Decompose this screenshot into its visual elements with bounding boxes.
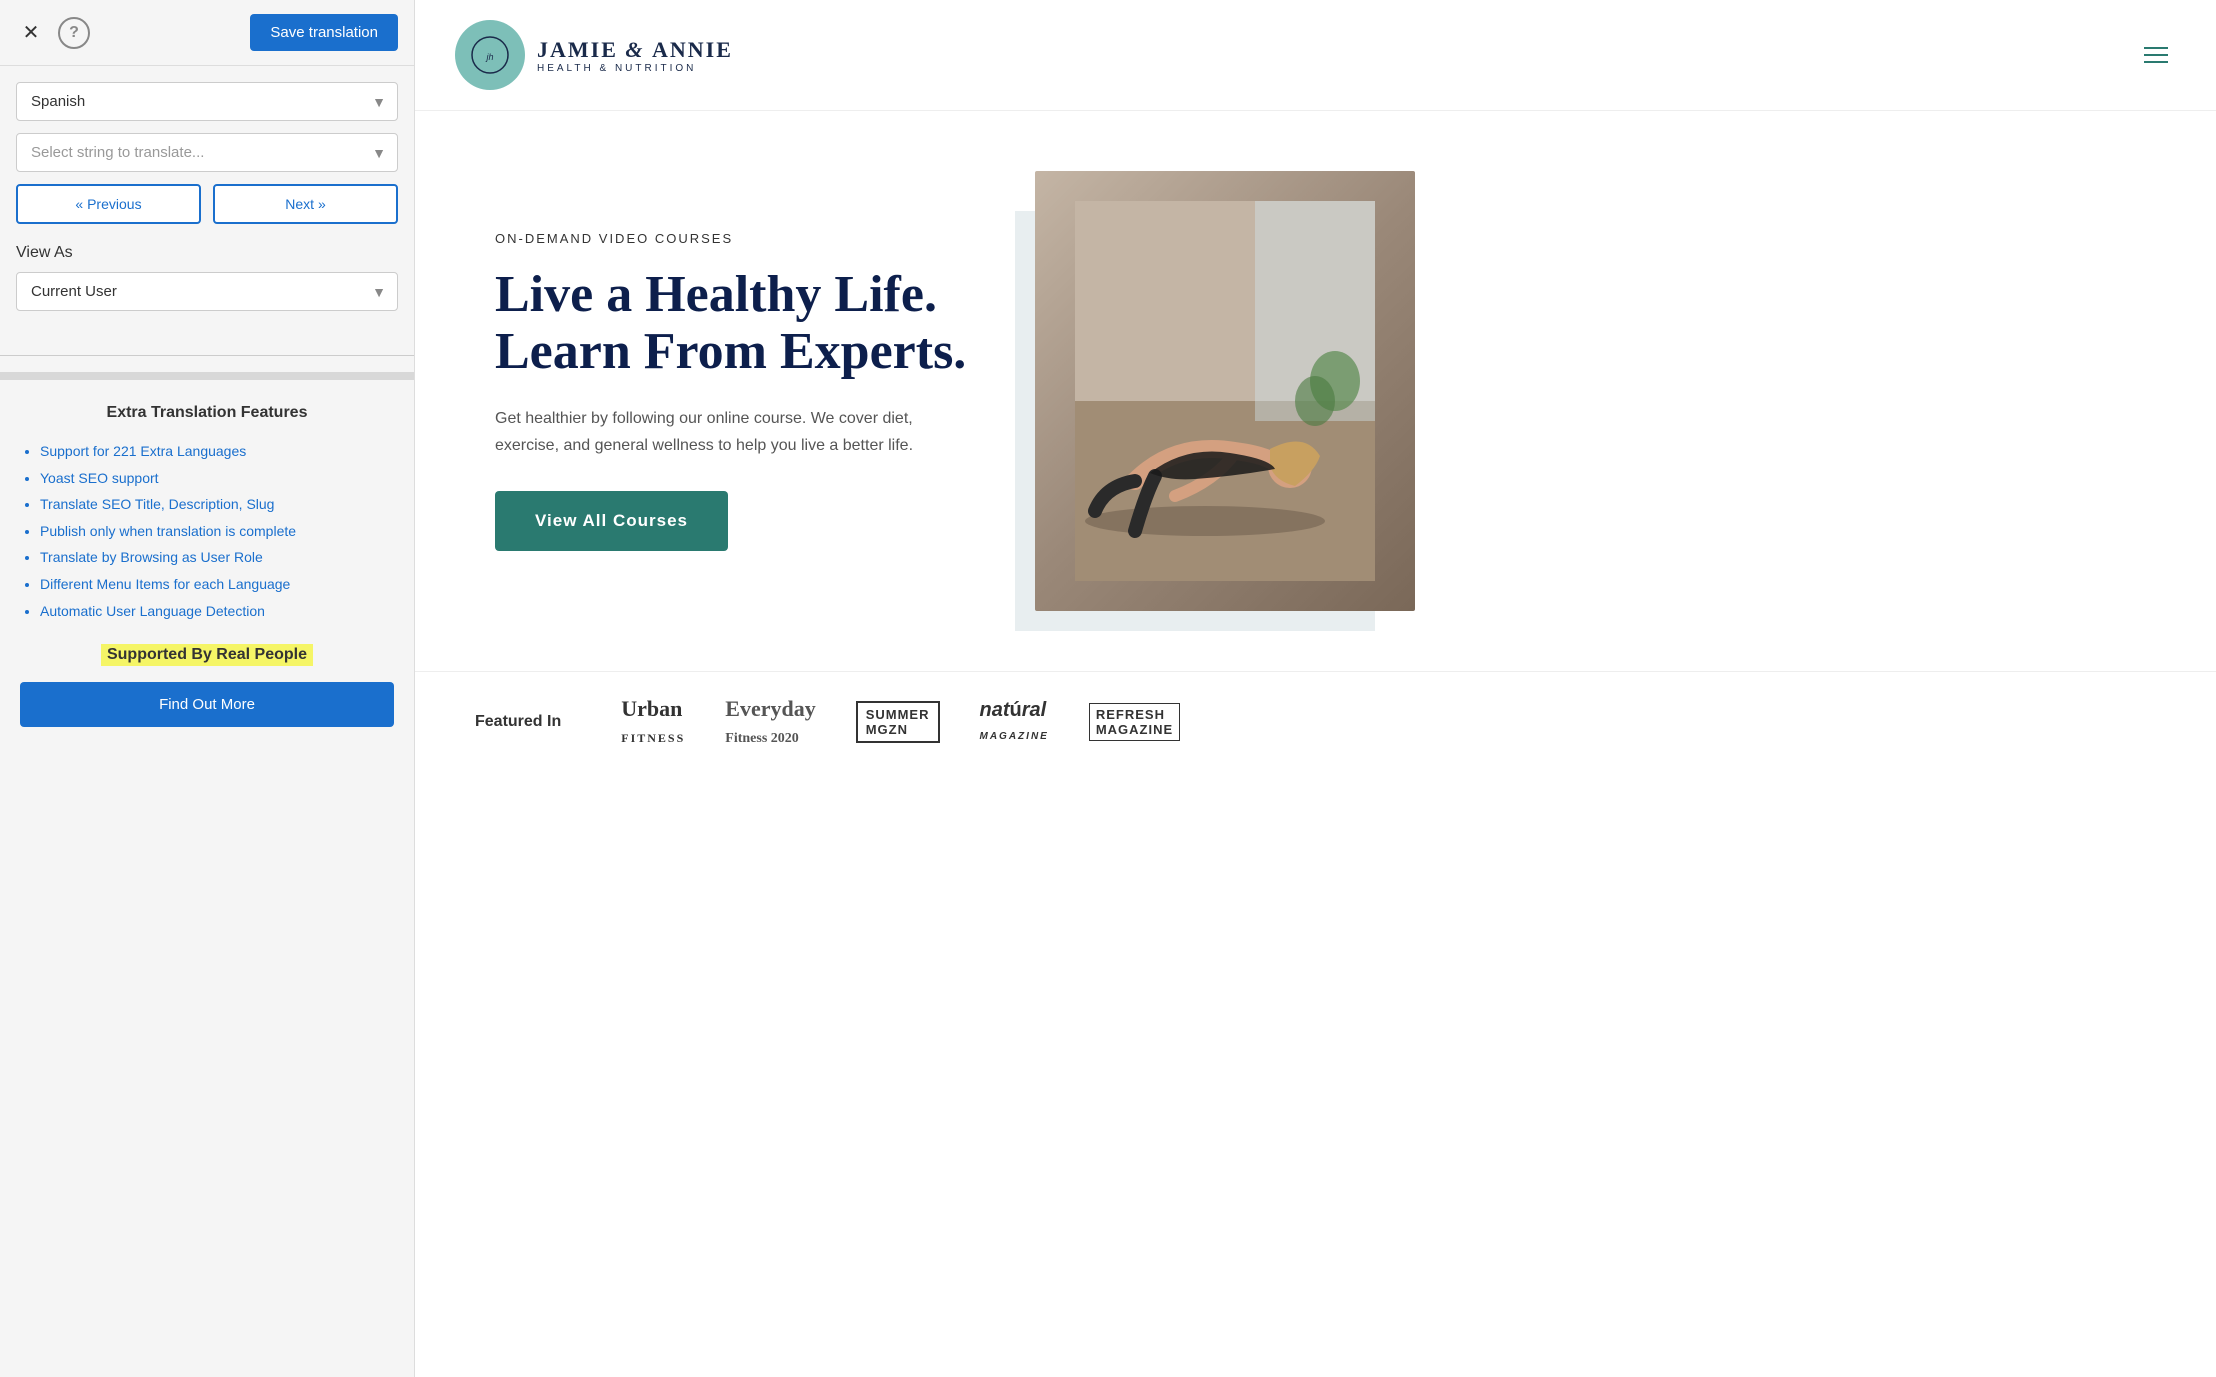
help-icon: ?: [69, 24, 79, 42]
translation-panel: ✕ ? Save translation Spanish French Germ…: [0, 0, 415, 1377]
help-button[interactable]: ?: [58, 17, 90, 49]
brand-urban: UrbanFITNESS: [621, 696, 685, 748]
extra-features-section: Extra Translation Features Support for 2…: [0, 380, 414, 747]
list-item: Publish only when translation is complet…: [40, 518, 394, 545]
extra-features-title: Extra Translation Features: [20, 404, 394, 422]
string-dropdown-wrapper: Select string to translate... ▼: [16, 133, 398, 172]
close-button[interactable]: ✕: [16, 18, 46, 48]
hero-description: Get healthier by following our online co…: [495, 405, 975, 459]
hero-text: ON-DEMAND VIDEO COURSES Live a Healthy L…: [495, 231, 975, 551]
logo-tagline: HEALTH & NUTRITION: [537, 63, 733, 74]
list-item: Translate by Browsing as User Role: [40, 544, 394, 571]
featured-bar: Featured In UrbanFITNESS EverydayFitness…: [415, 671, 2216, 772]
hero-section: ON-DEMAND VIDEO COURSES Live a Healthy L…: [415, 111, 2216, 671]
logo-circle-icon: jh: [470, 35, 510, 75]
left-content: Spanish French German ▼ Select string to…: [0, 66, 414, 339]
view-as-dropdown[interactable]: Current User Guest Admin: [16, 272, 398, 311]
top-bar: ✕ ? Save translation: [0, 0, 414, 66]
view-as-label: View As: [16, 244, 398, 262]
hamburger-line: [2144, 47, 2168, 49]
close-icon: ✕: [23, 20, 40, 45]
list-item: Support for 221 Extra Languages: [40, 438, 394, 465]
previous-button[interactable]: « Previous: [16, 184, 201, 224]
list-item: Automatic User Language Detection: [40, 598, 394, 625]
divider-1: [0, 355, 414, 356]
hamburger-line: [2144, 61, 2168, 63]
brand-summer: SUMMERMGZN: [856, 701, 940, 743]
thick-divider: [0, 372, 414, 380]
logo-text: JAMIE & ANNIE HEALTH & NUTRITION: [537, 37, 733, 74]
view-as-dropdown-wrapper: Current User Guest Admin ▼: [16, 272, 398, 311]
features-list: Support for 221 Extra Languages Yoast SE…: [20, 438, 394, 624]
brand-refresh: REFRESHMAGAZINE: [1089, 703, 1180, 741]
yoga-image-placeholder: [1035, 171, 1415, 611]
next-button[interactable]: Next »: [213, 184, 398, 224]
list-item: Translate SEO Title, Description, Slug: [40, 491, 394, 518]
view-all-courses-button[interactable]: View All Courses: [495, 491, 728, 551]
brand-natural: natúralMAGAZINE: [980, 699, 1049, 745]
supported-by-label: Supported By Real People: [101, 644, 313, 666]
list-item: Yoast SEO support: [40, 465, 394, 492]
language-dropdown-wrapper: Spanish French German ▼: [16, 82, 398, 121]
hero-image: [1035, 171, 1415, 611]
string-dropdown[interactable]: Select string to translate...: [16, 133, 398, 172]
list-item: Different Menu Items for each Language: [40, 571, 394, 598]
main-content: jh JAMIE & ANNIE HEALTH & NUTRITION ON-D…: [415, 0, 2216, 1377]
logo-brand-name: JAMIE & ANNIE: [537, 37, 733, 63]
logo-circle: jh: [455, 20, 525, 90]
featured-label: Featured In: [475, 713, 561, 731]
svg-text:jh: jh: [485, 52, 493, 62]
hero-title: Live a Healthy Life. Learn From Experts.: [495, 266, 975, 380]
site-logo: jh JAMIE & ANNIE HEALTH & NUTRITION: [455, 20, 733, 90]
save-translation-button[interactable]: Save translation: [250, 14, 398, 51]
hero-tag: ON-DEMAND VIDEO COURSES: [495, 231, 975, 246]
hamburger-menu-button[interactable]: [2136, 39, 2176, 71]
brand-everyday: EverydayFitness 2020: [725, 696, 815, 748]
nav-buttons: « Previous Next »: [16, 184, 398, 224]
hero-image-wrapper: [1035, 171, 1415, 611]
language-dropdown[interactable]: Spanish French German: [16, 82, 398, 121]
hamburger-line: [2144, 54, 2168, 56]
find-out-more-button[interactable]: Find Out More: [20, 682, 394, 727]
yoga-figure-svg: [1075, 201, 1375, 581]
site-header: jh JAMIE & ANNIE HEALTH & NUTRITION: [415, 0, 2216, 111]
